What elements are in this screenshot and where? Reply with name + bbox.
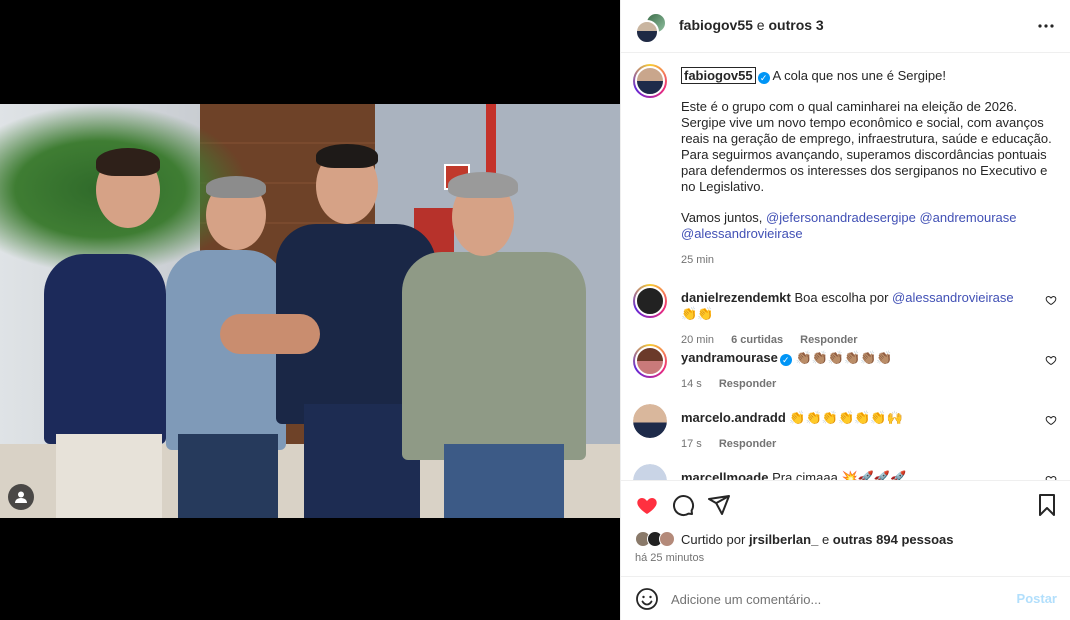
comment-emoji: 💥🚀🚀🚀 xyxy=(841,470,907,480)
avatar[interactable] xyxy=(633,64,667,98)
reply-button[interactable]: Responder xyxy=(719,438,776,450)
bookmark-icon[interactable] xyxy=(1035,493,1059,517)
person-1-hair xyxy=(96,148,160,176)
caption-closing: Vamos juntos, @jefersonandradesergipe @a… xyxy=(681,210,1061,242)
heart-outline-icon[interactable] xyxy=(1045,354,1057,366)
liked-by-prefix: Curtido por xyxy=(681,531,746,547)
post-comment-button[interactable]: Postar xyxy=(1017,591,1057,606)
comment-item: yandramourase ✓ 👏🏽👏🏽👏🏽👏🏽👏🏽👏🏽 14 s Respond… xyxy=(633,344,1061,404)
comment-username[interactable]: marcelo.andradd xyxy=(681,410,786,425)
collab-avatars[interactable] xyxy=(635,12,667,44)
avatar[interactable] xyxy=(633,344,667,378)
avatar xyxy=(659,531,675,547)
avatar xyxy=(635,20,659,44)
emoji-icon[interactable] xyxy=(635,587,659,611)
caption-paragraph: Este é o grupo com o qual caminharei na … xyxy=(681,99,1052,194)
comment-emoji: 👏👏👏👏👏👏🙌 xyxy=(789,410,903,425)
comment-body: danielrezendemkt Boa escolha por @alessa… xyxy=(681,290,1021,348)
comment-text: Pra cimaaa xyxy=(772,470,838,480)
person-1-legs xyxy=(56,434,162,518)
comment-time: 17 s xyxy=(681,438,702,450)
header-others[interactable]: outros 3 xyxy=(768,17,823,33)
comment-text: Boa escolha por xyxy=(794,290,889,305)
comment-emoji: 👏👏 xyxy=(681,306,714,321)
post-side-panel: fabiogov55 e outros 3 fabiogov55 ✓ A cola… xyxy=(620,0,1070,620)
person-3-hair xyxy=(316,144,378,168)
mention-link[interactable]: @andremourase xyxy=(919,210,1016,225)
more-horizontal-icon[interactable] xyxy=(1037,14,1055,44)
user-tag-icon[interactable] xyxy=(8,484,34,510)
liked-by: Curtido por jrsilberlan_ e outras 894 pe… xyxy=(635,531,953,547)
liked-by-joiner: e xyxy=(821,531,830,547)
person-1 xyxy=(44,254,166,444)
post-media-area xyxy=(0,0,620,620)
mention-link[interactable]: @alessandrovieirase xyxy=(892,290,1014,305)
comment-time: 14 s xyxy=(681,378,702,390)
post-photo[interactable] xyxy=(0,104,620,518)
heart-filled-icon[interactable] xyxy=(635,493,659,517)
verified-icon: ✓ xyxy=(779,354,792,366)
comment-meta: 14 s Responder xyxy=(681,376,1021,392)
person-2-legs xyxy=(178,434,278,518)
caption-text: fabiogov55 ✓ A cola que nos une é Sergipe… xyxy=(681,67,1061,268)
caption-closing-prefix: Vamos juntos, xyxy=(681,210,763,225)
caption-username[interactable]: fabiogov55 xyxy=(681,67,756,84)
post-header: fabiogov55 e outros 3 xyxy=(621,0,1070,53)
comment-body: yandramourase ✓ 👏🏽👏🏽👏🏽👏🏽👏🏽👏🏽 14 s Respond… xyxy=(681,350,1021,392)
person-2-hair xyxy=(206,176,266,198)
comment-username[interactable]: yandramourase xyxy=(681,350,778,365)
avatar[interactable] xyxy=(633,404,667,438)
liked-by-others[interactable]: outras 894 pessoas xyxy=(833,532,954,547)
heart-outline-icon[interactable] xyxy=(1045,414,1057,426)
comments-list[interactable]: danielrezendemkt Boa escolha por @alessa… xyxy=(633,284,1061,480)
header-usernames[interactable]: fabiogov55 e outros 3 xyxy=(679,17,824,33)
share-icon[interactable] xyxy=(707,493,731,517)
caption-time[interactable]: 25 min xyxy=(681,252,1061,268)
comment-item: marcellmoade Pra cimaaa 💥🚀🚀🚀 xyxy=(633,464,1061,480)
comment-emoji: 👏🏽👏🏽👏🏽👏🏽👏🏽👏🏽 xyxy=(795,350,893,365)
header-username[interactable]: fabiogov55 xyxy=(679,17,753,33)
post-timestamp[interactable]: há 25 minutos xyxy=(635,552,704,564)
joined-hands xyxy=(220,314,320,354)
avatar[interactable] xyxy=(633,464,667,480)
comment-item: danielrezendemkt Boa escolha por @alessa… xyxy=(633,284,1061,346)
mention-link[interactable]: @alessandrovieirase xyxy=(681,226,803,241)
comment-item: marcelo.andradd 👏👏👏👏👏👏🙌 17 s Responder xyxy=(633,404,1061,464)
caption-first-line: A cola que nos une é Sergipe! xyxy=(772,68,946,83)
verified-icon: ✓ xyxy=(757,72,770,84)
heart-outline-icon[interactable] xyxy=(1045,294,1057,306)
comment-username[interactable]: marcellmoade xyxy=(681,470,768,480)
add-comment-bar: Postar xyxy=(621,576,1070,620)
header-joiner: e xyxy=(756,17,765,33)
post-actions: Curtido por jrsilberlan_ e outras 894 pe… xyxy=(621,480,1070,576)
reply-button[interactable]: Responder xyxy=(719,378,776,390)
person-4-hair xyxy=(448,172,518,198)
comment-input[interactable] xyxy=(671,589,991,609)
comment-icon[interactable] xyxy=(671,493,695,517)
person-4 xyxy=(402,252,586,460)
comment-meta: 17 s Responder xyxy=(681,436,1021,452)
person-4-legs xyxy=(444,444,564,518)
mention-link[interactable]: @jefersonandradesergipe xyxy=(766,210,916,225)
liked-by-user[interactable]: jrsilberlan_ xyxy=(749,532,818,547)
comment-body: marcelo.andradd 👏👏👏👏👏👏🙌 17 s Responder xyxy=(681,410,1021,452)
avatar[interactable] xyxy=(633,284,667,318)
comment-body: marcellmoade Pra cimaaa 💥🚀🚀🚀 xyxy=(681,470,1021,480)
comment-username[interactable]: danielrezendemkt xyxy=(681,290,791,305)
instagram-post-modal: fabiogov55 e outros 3 fabiogov55 ✓ A cola… xyxy=(0,0,1070,620)
liked-by-text: Curtido por jrsilberlan_ e outras 894 pe… xyxy=(681,532,953,547)
